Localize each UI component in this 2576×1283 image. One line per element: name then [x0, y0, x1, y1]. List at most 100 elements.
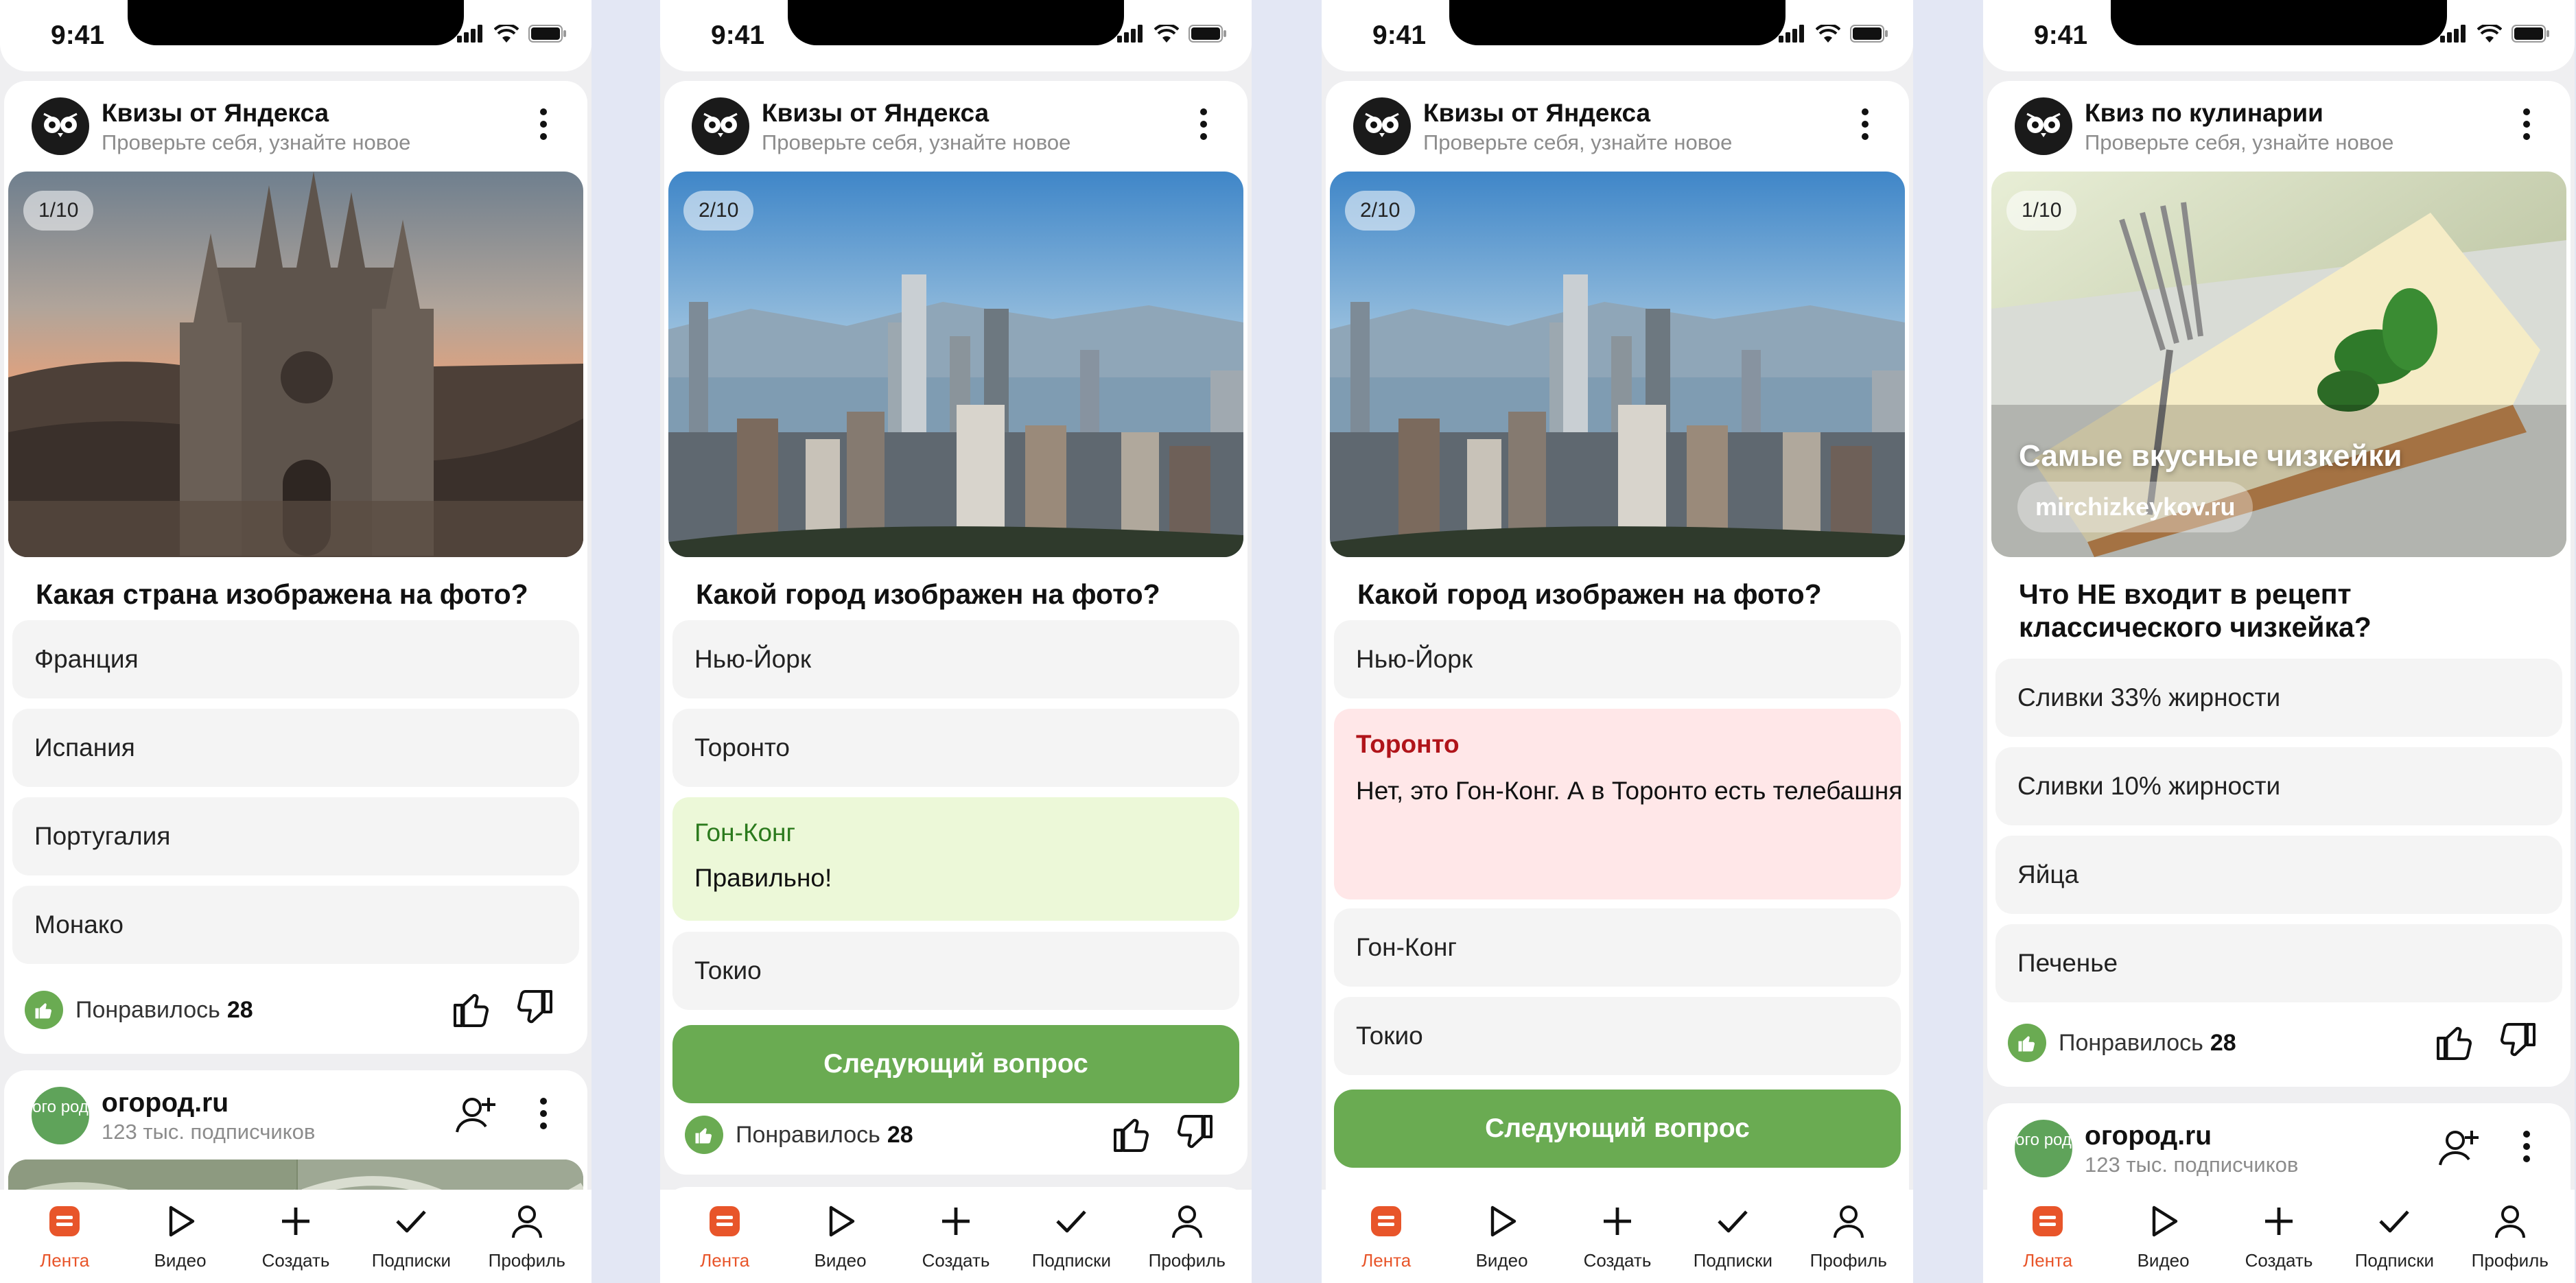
tab-feed[interactable]: Лента: [1331, 1195, 1441, 1271]
tab-feed[interactable]: Лента: [670, 1195, 780, 1271]
tab-label: Лента: [1361, 1250, 1412, 1271]
profile-icon: [1794, 1195, 1904, 1247]
status-time: 9:41: [711, 21, 765, 50]
tab-label: Видео: [2137, 1250, 2190, 1271]
more-icon[interactable]: [538, 108, 549, 147]
tab-create[interactable]: Создать: [241, 1195, 351, 1271]
answer-option[interactable]: Токио: [672, 932, 1239, 1010]
option-label: Торонто: [694, 733, 790, 762]
answer-option[interactable]: Франция: [12, 620, 579, 698]
thumbs-down-icon[interactable]: [2496, 1021, 2538, 1062]
answer-option[interactable]: Сливки 33% жирности: [1995, 659, 2562, 737]
plus-icon: [1562, 1195, 1672, 1247]
answer-option[interactable]: Монако: [12, 886, 579, 964]
option-label: Токио: [1356, 1022, 1423, 1050]
thumbs-down-icon[interactable]: [1173, 1113, 1215, 1154]
tab-create[interactable]: Создать: [2224, 1195, 2334, 1271]
signal-icon: [1117, 25, 1143, 43]
tab-bar: Лента Видео Создать Подписки Профиль: [0, 1190, 592, 1283]
thumbs-up-icon[interactable]: [452, 988, 493, 1029]
answer-option[interactable]: Печенье: [1995, 924, 2562, 1002]
next-question-button[interactable]: Следующий вопрос: [1334, 1090, 1901, 1168]
tab-video[interactable]: Видео: [786, 1195, 895, 1271]
post-source-title[interactable]: огород.ru: [2085, 1121, 2212, 1151]
answer-option-wrong[interactable]: Торонто Нет, это Гон-Конг. А в Торонто е…: [1334, 709, 1909, 899]
option-label: Португалия: [34, 822, 171, 850]
more-icon[interactable]: [2521, 108, 2532, 147]
answer-option[interactable]: Нью-Йорк: [672, 620, 1239, 698]
plus-icon: [901, 1195, 1011, 1247]
tab-subscriptions[interactable]: Подписки: [1678, 1195, 1788, 1271]
source-title[interactable]: Квизы от Яндекса: [762, 99, 989, 128]
tab-subscriptions[interactable]: Подписки: [356, 1195, 466, 1271]
question-counter: 2/10: [1345, 191, 1416, 231]
owl-avatar-icon[interactable]: [692, 97, 749, 155]
tab-label: Создать: [1583, 1250, 1652, 1271]
option-label: Яйца: [2017, 860, 2079, 888]
answer-option[interactable]: Испания: [12, 709, 579, 787]
question-text: Какая страна изображена на фото?: [36, 578, 528, 610]
answer-option[interactable]: Португалия: [12, 797, 579, 875]
tab-create[interactable]: Создать: [1562, 1195, 1672, 1271]
tab-feed[interactable]: Лента: [10, 1195, 119, 1271]
more-icon[interactable]: [2521, 1131, 2532, 1169]
quiz-card: Квиз по кулинарии Проверьте себя, узнайт…: [1987, 81, 2571, 1087]
thumbs-up-icon[interactable]: [1112, 1113, 1153, 1154]
thumbs-down-icon[interactable]: [513, 988, 554, 1029]
tab-subscriptions[interactable]: Подписки: [1016, 1195, 1126, 1271]
card-header: Квизы от Яндекса Проверьте себя, узнайте…: [4, 81, 587, 172]
ogorod-avatar[interactable]: ого род: [2015, 1120, 2072, 1177]
tab-feed[interactable]: Лента: [1993, 1195, 2103, 1271]
tab-video[interactable]: Видео: [2109, 1195, 2218, 1271]
answer-option[interactable]: Яйца: [1995, 836, 2562, 914]
tab-profile[interactable]: Профиль: [472, 1195, 582, 1271]
source-title[interactable]: Квизы от Яндекса: [1423, 99, 1650, 128]
more-icon[interactable]: [1198, 108, 1209, 147]
subscribe-icon[interactable]: [2437, 1125, 2481, 1169]
answer-option[interactable]: Сливки 10% жирности: [1995, 747, 2562, 825]
post-source-title[interactable]: огород.ru: [102, 1088, 229, 1118]
tab-subscriptions[interactable]: Подписки: [2339, 1195, 2449, 1271]
tab-label: Видео: [1475, 1250, 1528, 1271]
option-label: Испания: [34, 733, 135, 762]
feed-icon: [1993, 1195, 2103, 1247]
source-title[interactable]: Квизы от Яндекса: [102, 99, 329, 128]
tab-bar: Лента Видео Создать Подписки Профиль: [1983, 1190, 2575, 1283]
owl-avatar-icon[interactable]: [1353, 97, 1411, 155]
tab-profile[interactable]: Профиль: [1132, 1195, 1242, 1271]
ogorod-avatar[interactable]: ого род: [32, 1087, 89, 1144]
owl-avatar-icon[interactable]: [2015, 97, 2072, 155]
feed-icon: [1331, 1195, 1441, 1247]
tab-create[interactable]: Создать: [901, 1195, 1011, 1271]
tab-video[interactable]: Видео: [126, 1195, 235, 1271]
post-source-subtitle: 123 тыс. подписчиков: [102, 1120, 316, 1144]
tab-video[interactable]: Видео: [1447, 1195, 1557, 1271]
source-subtitle: Проверьте себя, узнайте новое: [1423, 130, 1733, 154]
answer-option[interactable]: Гон-Конг: [1334, 908, 1901, 987]
likes-label: Понравилось: [2059, 1029, 2203, 1056]
answer-option-correct[interactable]: Гон-Конг Правильно!: [672, 797, 1239, 921]
tab-profile[interactable]: Профиль: [1794, 1195, 1904, 1271]
tab-label: Видео: [154, 1250, 207, 1271]
option-label: Франция: [34, 645, 139, 673]
battery-icon: [528, 25, 566, 43]
answer-option[interactable]: Нью-Йорк: [1334, 620, 1901, 698]
next-question-button[interactable]: Следующий вопрос: [672, 1025, 1239, 1103]
phone-screen-4: 9:41 Квиз по кулинарии Проверьте себя, у…: [1983, 0, 2575, 1283]
source-title[interactable]: Квиз по кулинарии: [2085, 99, 2323, 128]
thumbs-up-icon[interactable]: [2435, 1021, 2476, 1062]
tab-label: Создать: [922, 1250, 990, 1271]
likes-label: Понравилось: [736, 1121, 880, 1148]
more-icon[interactable]: [538, 1098, 549, 1136]
card-header: Квизы от Яндекса Проверьте себя, узнайте…: [1326, 81, 1909, 172]
promo-link[interactable]: mirchizkeykov.ru: [2017, 482, 2253, 532]
more-icon[interactable]: [1860, 108, 1871, 147]
tab-profile[interactable]: Профиль: [2455, 1195, 2565, 1271]
question-text: Какой город изображен на фото?: [696, 578, 1160, 610]
answer-option[interactable]: Токио: [1334, 997, 1901, 1075]
notch: [2111, 0, 2447, 45]
notch: [788, 0, 1124, 45]
owl-avatar-icon[interactable]: [32, 97, 89, 155]
subscribe-icon[interactable]: [454, 1092, 498, 1136]
answer-option[interactable]: Торонто: [672, 709, 1239, 787]
